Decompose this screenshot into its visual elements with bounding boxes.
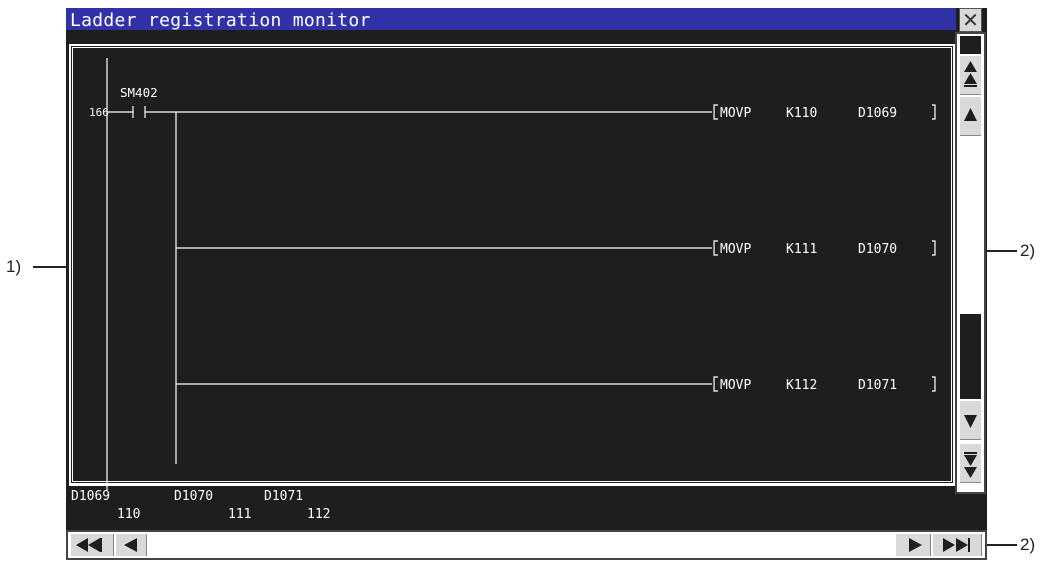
instruction-source: K112: [786, 378, 817, 393]
device-monitor-strip: D1069 110 D1070 111 D1071 112: [69, 485, 955, 527]
instruction-rung-3: MOVP K112 D1071: [713, 376, 936, 393]
scroll-page-left-button[interactable]: [70, 534, 114, 556]
close-button[interactable]: ✕: [959, 8, 982, 32]
callout-line: [987, 544, 1017, 546]
contact-device-label: SM402: [120, 85, 158, 100]
bracket-close: [932, 104, 936, 120]
step-number: 166: [89, 106, 109, 119]
line-left-icon: [124, 538, 137, 552]
instruction-name: MOVP: [720, 242, 751, 257]
scroll-line-left-button[interactable]: [115, 534, 147, 556]
monitor-device-value: 112: [307, 507, 331, 522]
line-right-icon: [909, 538, 922, 552]
instruction-rung-1: MOVP K110 D1069: [713, 104, 936, 121]
page-right-icon: [943, 538, 970, 552]
instruction-source: K111: [786, 242, 817, 257]
monitor-device-label: D1071: [264, 489, 304, 504]
scroll-page-up-button[interactable]: [960, 55, 981, 95]
page-down-icon: [964, 452, 977, 478]
monitor-device-label: D1070: [174, 489, 214, 504]
page-left-icon: [76, 538, 102, 552]
instruction-name: MOVP: [720, 106, 751, 121]
scroll-line-up-button[interactable]: [960, 96, 981, 136]
monitor-device-label: D1069: [71, 489, 111, 504]
instruction-source: K110: [786, 106, 817, 121]
vertical-scrollbar-cap: [960, 36, 981, 54]
vertical-scroll-thumb[interactable]: [960, 314, 981, 399]
instruction-destination: D1069: [858, 106, 897, 121]
line-up-icon: [964, 108, 977, 121]
ladder-diagram: 166 SM402 MOVP K110 D1069 MOVP K111 D107…: [89, 58, 936, 490]
monitor-strip-divider: [69, 485, 955, 486]
scroll-line-down-button[interactable]: [960, 400, 981, 440]
monitor-device-value: 111: [228, 507, 252, 522]
line-down-icon: [964, 415, 977, 428]
vertical-scrollbar[interactable]: [955, 32, 986, 494]
close-icon: ✕: [962, 8, 979, 32]
monitor-device-value: 110: [117, 507, 141, 522]
scroll-page-down-button[interactable]: [960, 443, 981, 483]
scroll-line-right-button[interactable]: [895, 534, 931, 556]
scroll-page-right-button[interactable]: [932, 534, 982, 556]
horizontal-scrollbar[interactable]: [66, 530, 987, 560]
bracket-open: [713, 240, 718, 256]
instruction-destination: D1070: [858, 242, 897, 257]
callout-vertical-scrollbar: 2): [1020, 241, 1036, 260]
instruction-destination: D1071: [858, 378, 897, 393]
callout-line: [987, 250, 1017, 252]
bracket-open: [713, 104, 718, 120]
bracket-close: [932, 376, 936, 392]
callout-line: [33, 266, 66, 268]
bracket-open: [713, 376, 718, 392]
callout-ladder-area: 1): [6, 257, 22, 276]
page-up-icon: [964, 61, 977, 87]
bracket-close: [932, 240, 936, 256]
instruction-rung-2: MOVP K111 D1070: [713, 240, 936, 257]
instruction-name: MOVP: [720, 378, 751, 393]
callout-horizontal-scrollbar: 2): [1020, 535, 1036, 554]
